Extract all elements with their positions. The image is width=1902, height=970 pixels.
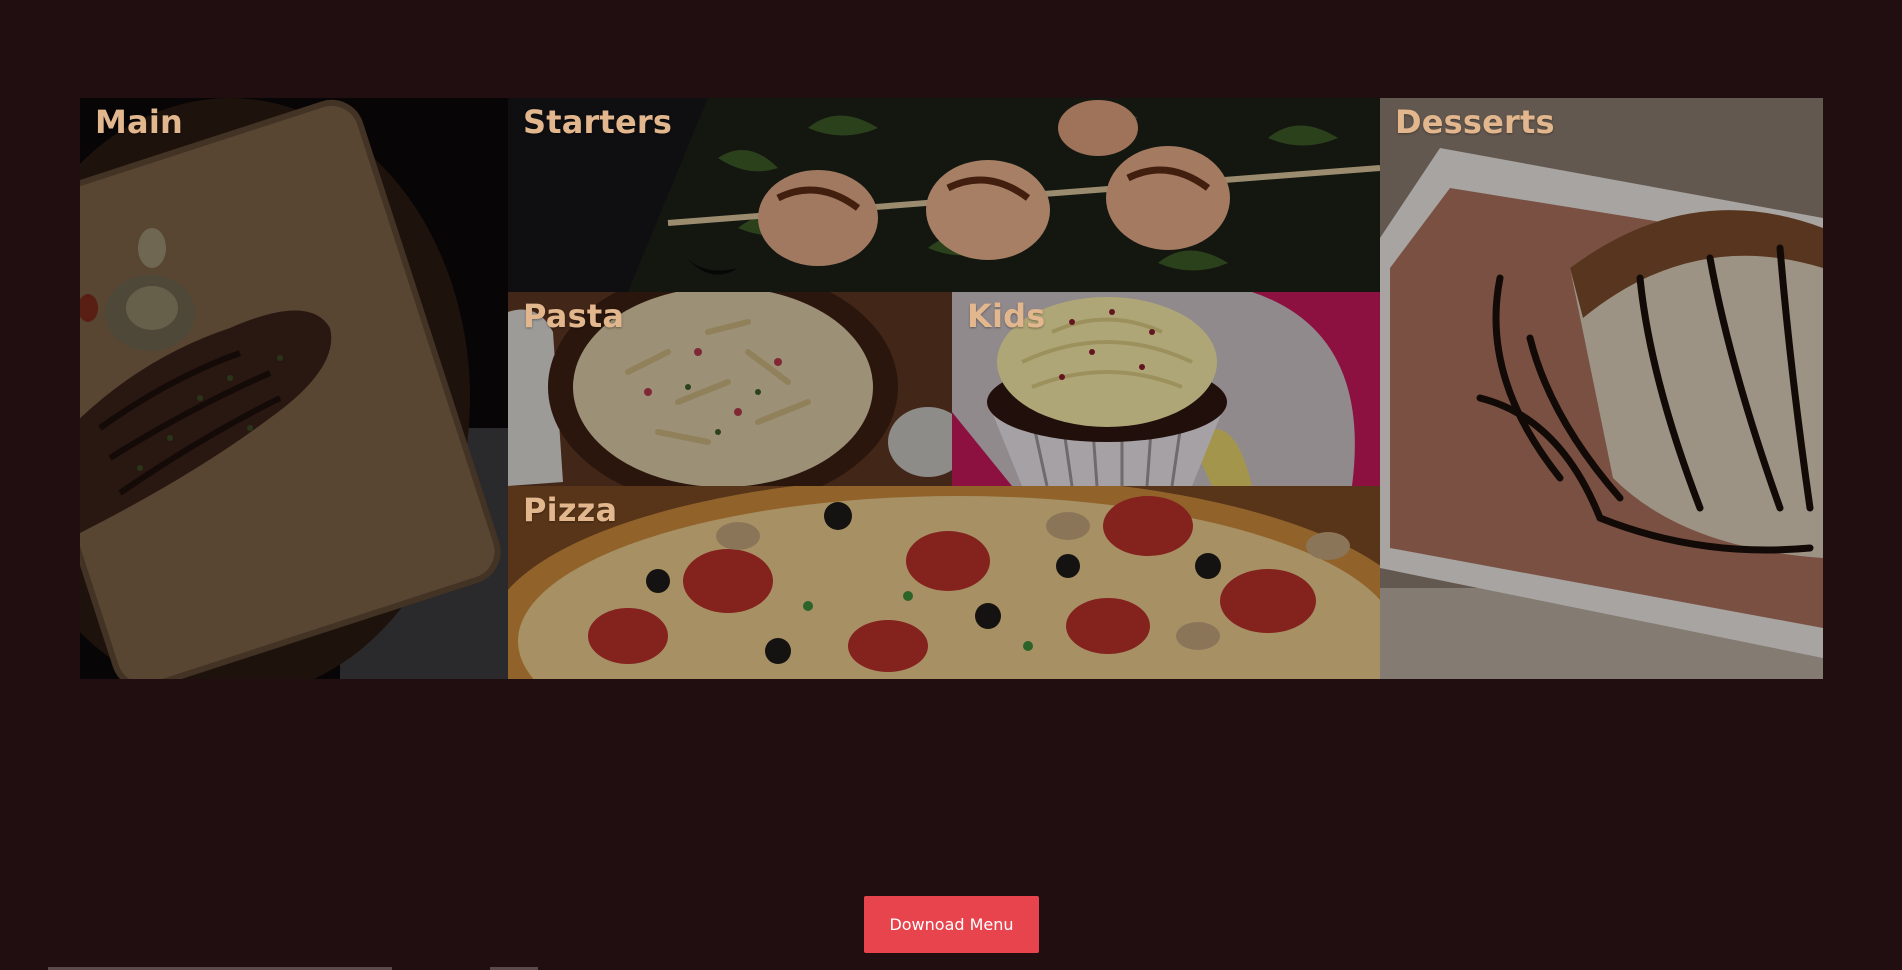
category-label-desserts: Desserts: [1395, 103, 1555, 141]
category-label-kids: Kids: [967, 297, 1046, 335]
download-menu-button[interactable]: Downoad Menu: [864, 896, 1039, 953]
steak-photo: [80, 98, 508, 679]
category-tile-desserts[interactable]: Desserts: [1380, 98, 1823, 679]
category-tile-pasta[interactable]: Pasta: [508, 292, 952, 486]
category-tile-main[interactable]: Main: [80, 98, 508, 679]
category-tile-pizza[interactable]: Pizza: [508, 486, 1380, 679]
category-label-main: Main: [95, 103, 183, 141]
category-label-pasta: Pasta: [523, 297, 625, 335]
category-tile-starters[interactable]: Starters: [508, 98, 1380, 292]
pizza-photo: [508, 486, 1380, 679]
category-label-starters: Starters: [523, 103, 673, 141]
category-label-pizza: Pizza: [523, 491, 618, 529]
category-tile-kids[interactable]: Kids: [952, 292, 1380, 486]
tiramisu-photo: [1380, 98, 1823, 679]
menu-page: Main Starters Pasta Kids Pizza Desserts …: [0, 0, 1902, 970]
